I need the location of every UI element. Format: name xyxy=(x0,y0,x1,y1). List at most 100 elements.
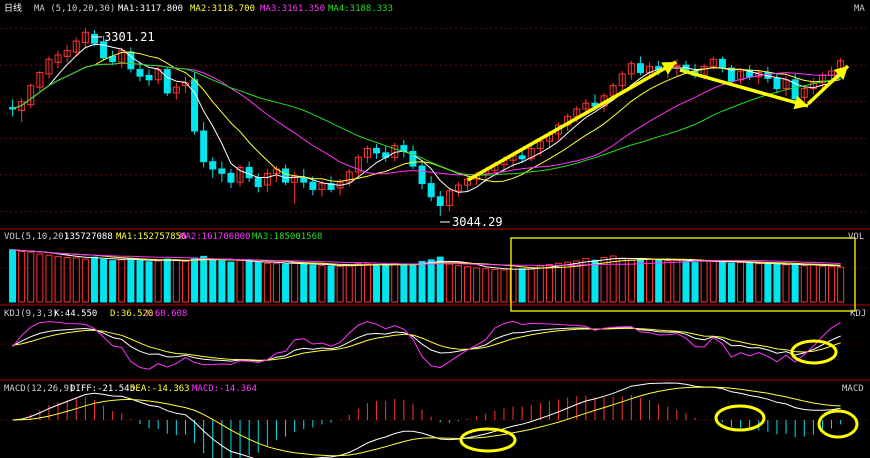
volume-bar xyxy=(318,265,326,303)
highlight-ellipse xyxy=(817,409,859,439)
candle-body xyxy=(163,69,171,94)
vol-ma2: MA2:161706800 xyxy=(180,232,250,242)
highlight-ellipse xyxy=(459,427,517,453)
volume-bar xyxy=(90,256,98,303)
volume-bar xyxy=(336,265,344,303)
volume-bar xyxy=(500,269,508,303)
candle-body xyxy=(100,41,108,59)
candle-body xyxy=(418,165,426,185)
candle-body xyxy=(427,183,435,198)
volume-bar xyxy=(245,260,253,303)
volume-bar xyxy=(72,257,80,303)
candle-body xyxy=(227,172,235,183)
volume-bar xyxy=(209,258,217,303)
volume-bar xyxy=(573,260,581,303)
volume-bar xyxy=(27,251,35,303)
volume-bar xyxy=(36,253,44,303)
volume-bar xyxy=(300,263,308,303)
candle-body xyxy=(518,155,526,160)
macd-title: MACD(12,26,9) xyxy=(4,384,74,394)
candle-body xyxy=(209,161,217,170)
volume-bar xyxy=(800,265,808,303)
volume-bar xyxy=(828,265,836,303)
kdj-title: KDJ(9,3,3) xyxy=(4,309,58,319)
volume-bar xyxy=(636,258,644,303)
volume-bars xyxy=(9,249,845,303)
volume-bar xyxy=(282,263,290,303)
volume-bar xyxy=(227,261,235,303)
volume-bar xyxy=(773,263,781,303)
volume-bar xyxy=(700,260,708,303)
volume-bar xyxy=(491,269,499,303)
volume-bar xyxy=(464,266,472,303)
volume-bar xyxy=(145,261,153,303)
volume-bar xyxy=(454,265,462,303)
volume-bar xyxy=(646,258,654,303)
candle-body xyxy=(309,181,317,190)
volume-bar xyxy=(54,255,62,303)
volume-bar xyxy=(427,259,435,303)
volume-bar xyxy=(482,268,490,303)
ma3-value: MA3:3161.350 xyxy=(260,4,325,14)
candle-body xyxy=(254,177,262,188)
candle-body xyxy=(636,63,644,73)
kdj-j-line xyxy=(12,320,841,370)
vol-ma1: MA1:152757856 xyxy=(116,232,186,242)
volume-bar xyxy=(409,263,417,303)
volume-bar xyxy=(109,260,117,303)
volume-bar xyxy=(627,259,635,303)
macd-value: MACD:-14.364 xyxy=(192,384,257,394)
volume-bar xyxy=(618,258,626,303)
volume-bar xyxy=(254,262,262,303)
volume-bar xyxy=(391,262,399,303)
candle-body xyxy=(136,69,144,77)
volume-bar xyxy=(591,259,599,303)
volume-bar xyxy=(518,268,526,303)
volume-bar xyxy=(63,257,71,303)
volume-bar xyxy=(727,262,735,303)
candle-body xyxy=(718,58,726,69)
volume-bar xyxy=(782,264,790,303)
candle-body xyxy=(373,148,381,154)
ma-params: MA (5,10,20,30) xyxy=(34,4,115,14)
volume-bar xyxy=(555,262,563,303)
volume-bar xyxy=(118,259,126,303)
stock-chart-window: 日线 MA (5,10,20,30) MA1:3117.800 MA2:3118… xyxy=(0,0,870,458)
volume-bar xyxy=(737,262,745,303)
volume-bar xyxy=(154,260,162,303)
volume-bar xyxy=(527,267,535,303)
highlight-ellipse xyxy=(714,404,766,432)
high-price-label: 3301.21 xyxy=(104,30,155,44)
volume-bar xyxy=(327,265,335,303)
price-candles xyxy=(9,27,845,216)
volume-bar xyxy=(536,265,544,303)
volume-bar xyxy=(473,267,481,303)
volume-bar xyxy=(418,260,426,303)
candle-body xyxy=(145,74,153,81)
ma2-value: MA2:3118.700 xyxy=(190,4,255,14)
volume-bar xyxy=(181,260,189,303)
volume-bar xyxy=(809,264,817,303)
volume-bar xyxy=(163,258,171,303)
ma1-value: MA1:3117.800 xyxy=(118,4,183,14)
volume-bar xyxy=(445,263,453,303)
vol-corner-label: VOL xyxy=(848,232,864,242)
kdj-k-line xyxy=(12,327,841,362)
kdj-corner-label: KDJ xyxy=(850,309,866,319)
volume-bar xyxy=(236,260,244,303)
candle-body xyxy=(773,77,781,90)
kdj-lines xyxy=(12,320,841,370)
volume-bar xyxy=(818,265,826,303)
candle-body xyxy=(191,79,199,132)
volume-bar xyxy=(837,266,845,303)
volume-bar xyxy=(673,259,681,303)
volume-bar xyxy=(309,264,317,303)
volume-bar xyxy=(400,263,408,303)
volume-bar xyxy=(363,263,371,303)
volume-bar xyxy=(81,258,89,303)
volume-bar xyxy=(764,263,772,303)
macd-dea: DEA:-14.363 xyxy=(130,384,190,394)
volume-bar xyxy=(191,257,199,303)
kdj-j: J:60.608 xyxy=(144,309,187,319)
volume-bar xyxy=(100,258,108,303)
